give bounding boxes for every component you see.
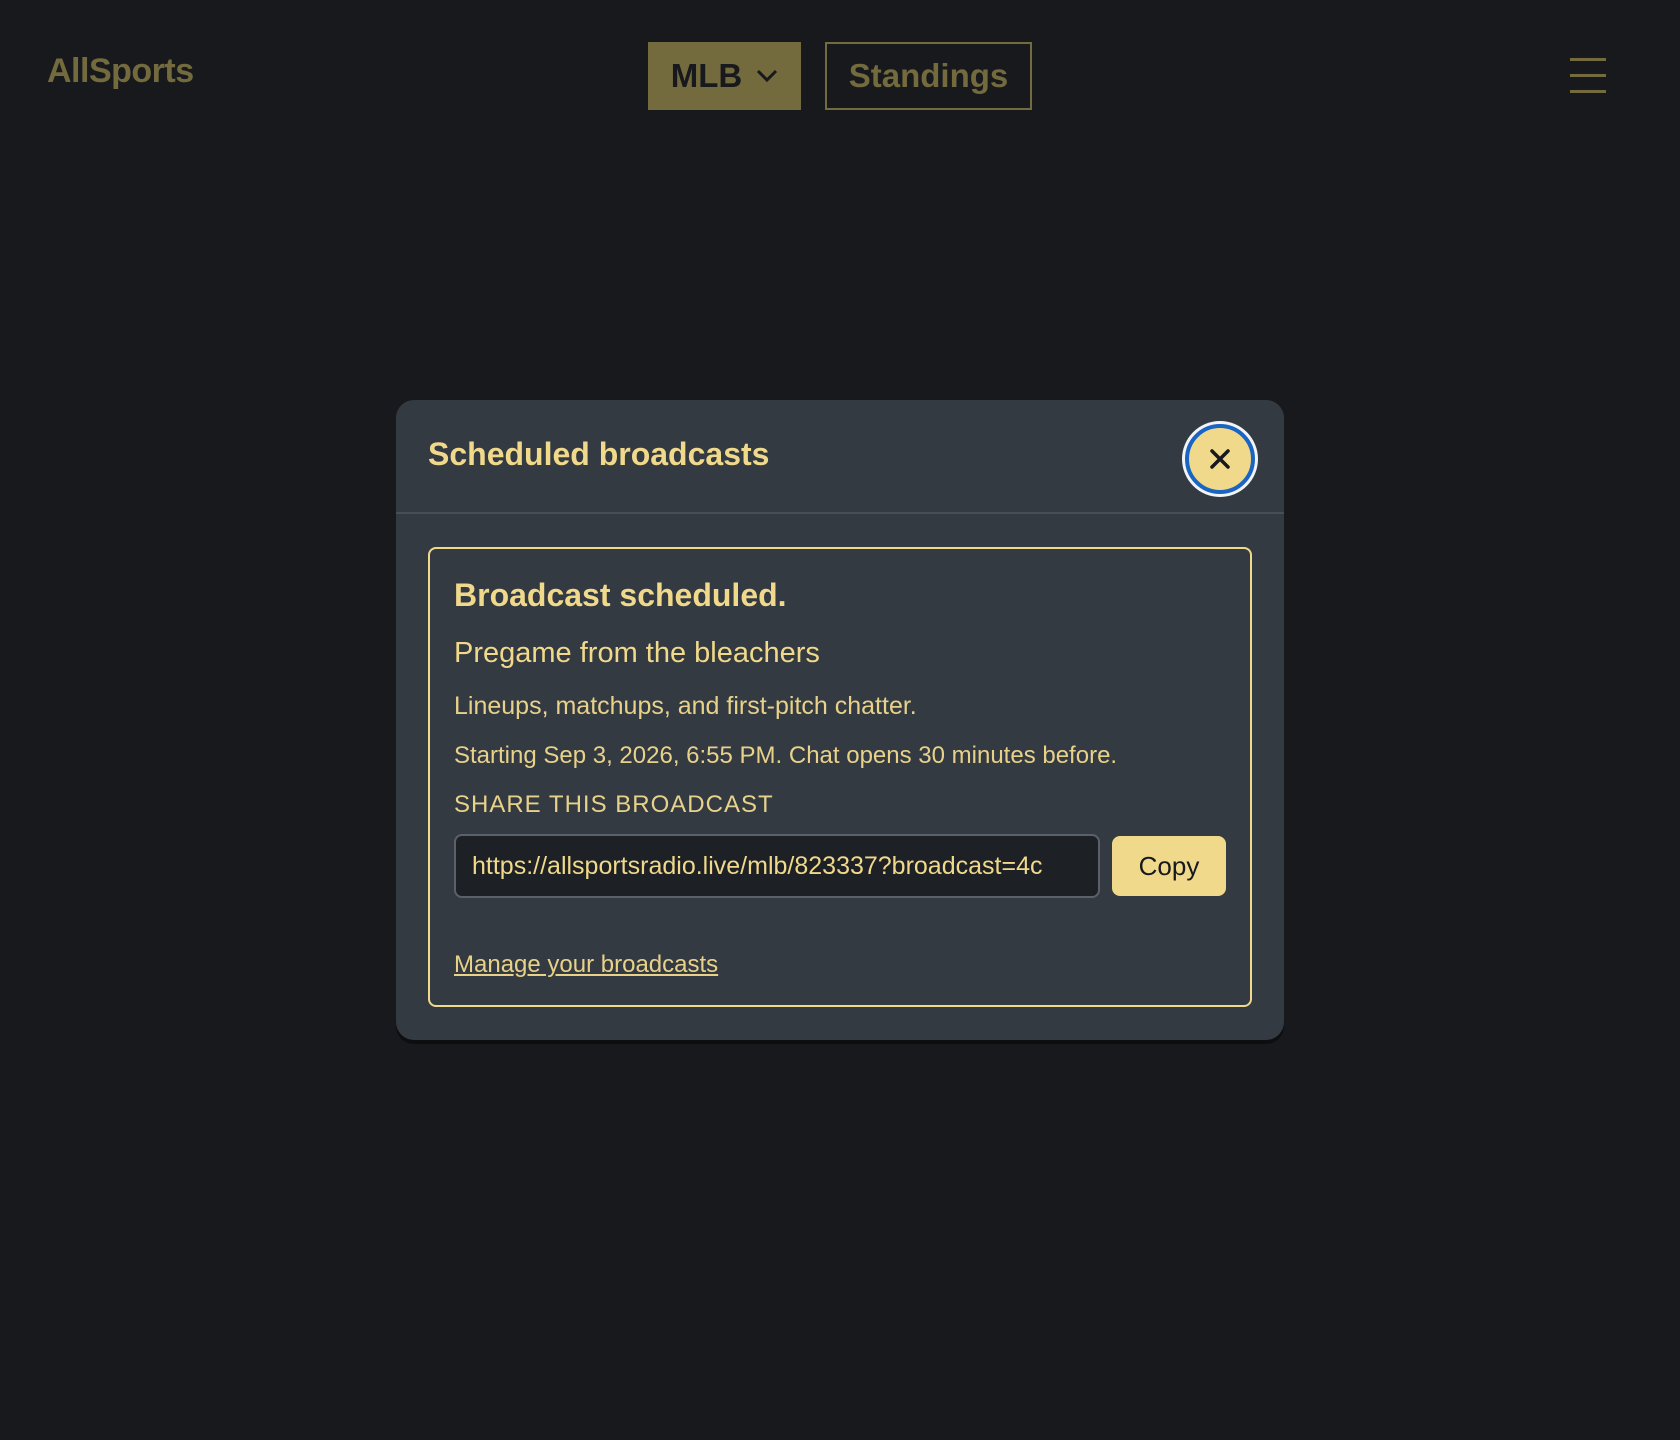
close-button[interactable] (1185, 424, 1255, 494)
league-dropdown-label: MLB (670, 57, 743, 94)
scheduled-broadcasts-modal: Scheduled broadcasts Broadcast scheduled… (396, 400, 1284, 1040)
share-label: SHARE THIS BROADCAST (454, 791, 774, 818)
page: AllSports MLB Standings Scheduled broadc… (0, 0, 1680, 1440)
close-icon (1210, 449, 1230, 469)
chevron-down-icon (757, 69, 778, 83)
broadcast-schedule: Starting Sep 3, 2026, 6:55 PM. Chat open… (454, 742, 1118, 769)
modal-title: Scheduled broadcasts (428, 436, 770, 472)
top-nav-bar: AllSports MLB Standings (0, 0, 1680, 150)
league-dropdown-button[interactable]: MLB (648, 42, 801, 110)
standings-button[interactable]: Standings (825, 42, 1032, 110)
hamburger-menu-icon[interactable] (1566, 56, 1610, 96)
broadcast-title: Pregame from the bleachers (454, 637, 820, 669)
broadcast-description: Lineups, matchups, and first-pitch chatt… (454, 692, 917, 720)
brand-logo[interactable]: AllSports (47, 52, 194, 91)
manage-broadcasts-link[interactable]: Manage your broadcasts (454, 951, 718, 979)
confirmation-heading: Broadcast scheduled. (454, 577, 787, 613)
modal-header: Scheduled broadcasts (396, 400, 1284, 514)
copy-button[interactable]: Copy (1112, 836, 1226, 896)
broadcast-confirmation: Broadcast scheduled. Pregame from the bl… (428, 547, 1252, 1007)
share-url-input[interactable] (454, 834, 1100, 898)
